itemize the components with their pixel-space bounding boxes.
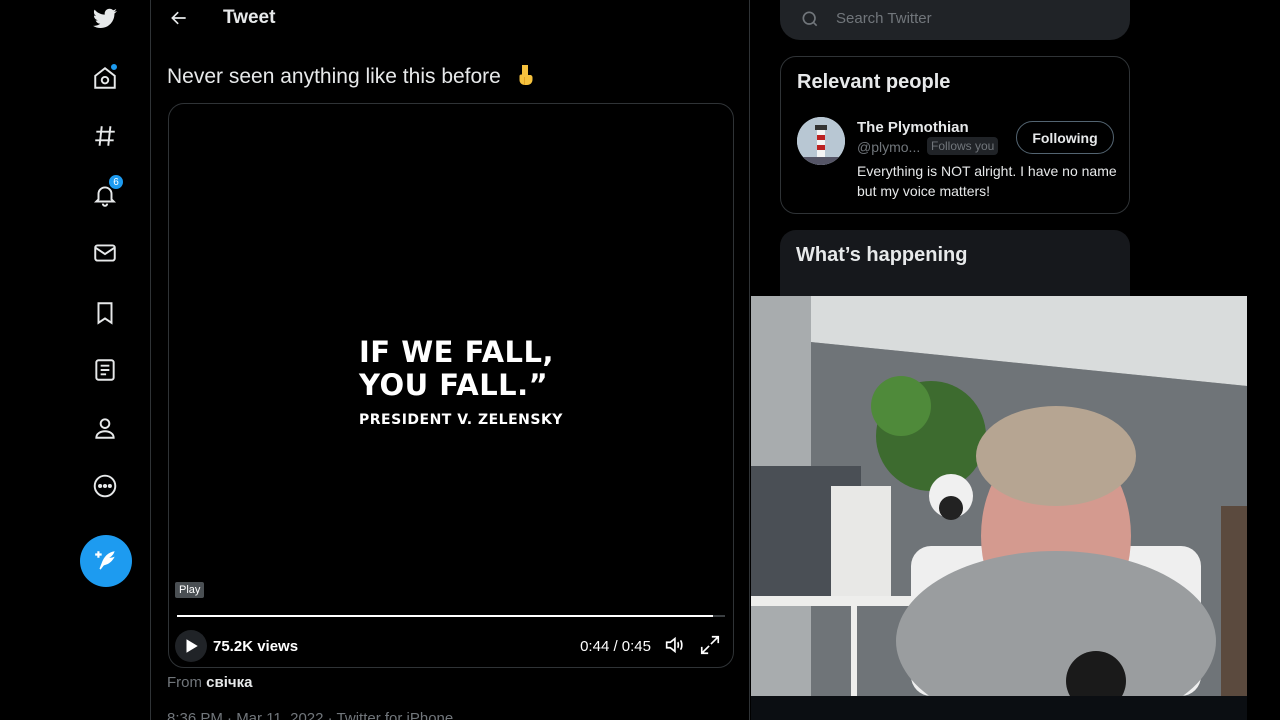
pointing-down-hand-icon (513, 63, 537, 87)
explore-hashtag-icon[interactable] (88, 119, 122, 153)
video-player[interactable]: IF WE FALL, YOU FALL.” PRESIDENT V. ZELE… (168, 103, 734, 668)
profile-icon[interactable] (88, 411, 122, 445)
search-icon (802, 11, 818, 27)
bookmarks-icon[interactable] (88, 296, 122, 330)
main-column: Tweet Never seen anything like this befo… (150, 0, 750, 720)
tweet-header: Tweet (151, 0, 751, 40)
home-unread-dot (110, 63, 118, 71)
twitter-logo-icon[interactable] (88, 2, 122, 36)
quote-line-2: YOU FALL.” (359, 368, 549, 402)
view-count: 75.2K views (213, 638, 299, 655)
play-icon (186, 639, 198, 653)
notifications-badge: 6 (108, 174, 124, 190)
more-icon[interactable] (88, 469, 122, 503)
quote-line-1: IF WE FALL, (359, 335, 554, 369)
search-bar[interactable]: Search Twitter (780, 0, 1130, 40)
feather-plus-icon (95, 551, 115, 570)
following-button[interactable]: Following (1016, 121, 1114, 154)
notifications-bell-icon[interactable]: 6 (88, 174, 124, 212)
video-time: 0:44 / 0:45 (580, 638, 651, 655)
tweet-text: Never seen anything like this before (167, 63, 537, 89)
whats-happening-title: What’s happening (796, 244, 968, 266)
person-bio: Everything is NOT alright. I have no nam… (857, 163, 1117, 199)
relevant-people-title: Relevant people (797, 71, 951, 93)
volume-icon[interactable] (663, 634, 687, 658)
back-arrow-icon[interactable] (167, 6, 191, 30)
search-placeholder: Search Twitter (836, 10, 932, 27)
play-button[interactable] (175, 630, 207, 662)
video-progress-fill (177, 615, 713, 617)
messages-envelope-icon[interactable] (88, 236, 122, 270)
video-progress-bar[interactable] (177, 615, 725, 617)
webcam-video-frame (751, 296, 1247, 696)
tweet-text-content: Never seen anything like this before (167, 65, 501, 88)
video-source: From свічка (167, 674, 252, 691)
from-label: From (167, 674, 202, 691)
follows-you-badge: Follows you (927, 137, 999, 155)
fullscreen-icon[interactable] (699, 634, 723, 658)
person-handle: @plymo... (857, 139, 921, 155)
page-title: Tweet (223, 7, 276, 28)
lists-icon[interactable] (88, 353, 122, 387)
quote-attribution: PRESIDENT V. ZELENSKY (359, 412, 563, 428)
compose-tweet-button[interactable] (80, 535, 132, 587)
from-name-link[interactable]: свічка (206, 674, 252, 691)
webcam-bottom-strip (751, 696, 1247, 720)
video-frame-text: IF WE FALL, YOU FALL.” PRESIDENT V. ZELE… (359, 335, 563, 429)
tweet-meta: 8:36 PM · Mar 11, 2022 · Twitter for iPh… (167, 710, 454, 720)
relevant-people-panel: Relevant people The Plymothian @plymo...… (780, 56, 1130, 214)
avatar[interactable] (797, 117, 845, 165)
home-icon[interactable] (88, 61, 122, 95)
play-tooltip: Play (175, 582, 205, 598)
webcam-overlay (751, 296, 1247, 696)
left-nav: 6 (0, 0, 150, 720)
person-name[interactable]: The Plymothian (857, 119, 969, 136)
